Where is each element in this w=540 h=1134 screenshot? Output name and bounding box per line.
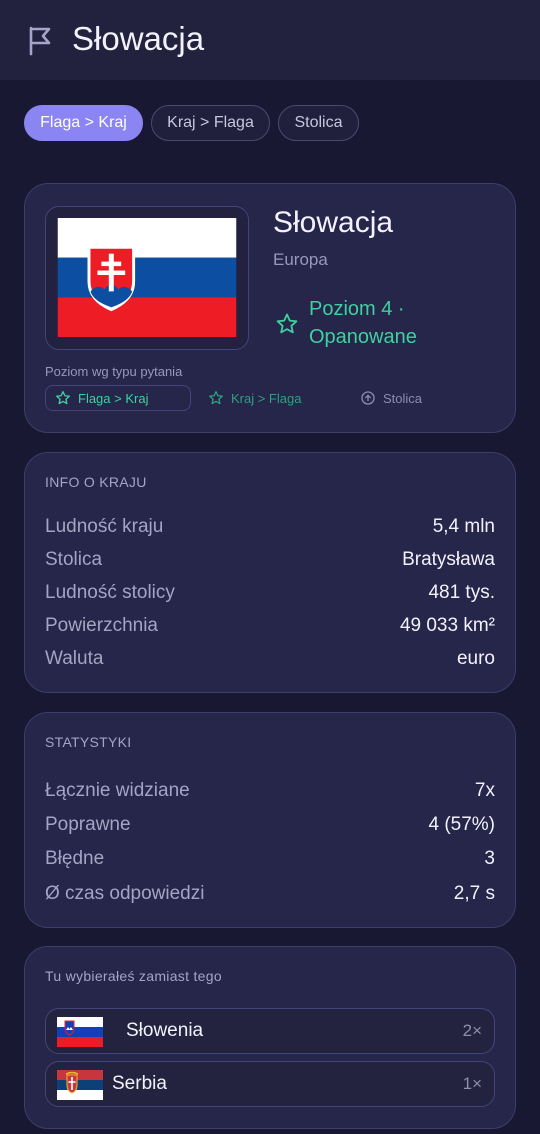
level-type-flag-to-country[interactable]: Flaga > Kraj [45,385,191,411]
slovakia-flag [57,218,237,337]
confusion-item-serbia[interactable]: Serbia 1× [45,1061,495,1107]
section-title: INFO O KRAJU [45,474,147,490]
section-title: STATYSTYKI [45,734,132,750]
stats-label: Błędne [45,848,105,869]
stats-value: 3 [484,848,495,869]
mode-chip-flag-to-country[interactable]: Flaga > Kraj [24,105,143,141]
confusions-card: Tu wybierałeś zamiast tego Słowenia 2× S… [24,946,516,1129]
flag-frame [45,206,249,350]
stats-label: Poprawne [45,814,131,835]
info-value: 49 033 km² [399,615,495,636]
confusion-count: 2× [462,1021,482,1040]
stats-value: 7x [474,780,495,801]
flag-icon [29,26,51,56]
stats-value: 2,7 s [453,883,495,904]
stats-label: Ø czas odpowiedzi [45,883,205,904]
info-label: Stolica [45,549,103,570]
stats-label: Łącznie widziane [45,780,190,801]
info-value: 481 tys. [428,582,495,603]
star-icon [209,391,223,405]
info-row-capital-population: Ludność stolicy 481 tys. [45,582,495,604]
level-by-type-label: Poziom wg typu pytania [45,364,183,379]
star-icon [56,391,70,405]
level-type-country-to-flag[interactable]: Kraj > Flaga [208,385,301,411]
info-value: euro [456,648,495,669]
info-label: Ludność kraju [45,516,164,537]
statistics-card: STATYSTYKI Łącznie widziane 7x Poprawne … [24,712,516,928]
confusion-country-name: Serbia [112,1073,167,1094]
country-info-card: INFO O KRAJU Ludność kraju 5,4 mln Stoli… [24,452,516,693]
mode-chip-country-to-flag[interactable]: Kraj > Flaga [151,105,270,141]
mastery-level: Poziom 4 · Opanowane [309,298,417,348]
info-label: Waluta [45,648,104,669]
info-row-area: Powierzchnia 49 033 km² [45,615,495,637]
level-type-label: Flaga > Kraj [78,390,149,406]
info-label: Powierzchnia [45,615,158,636]
info-value: 5,4 mln [432,516,495,537]
level-type-label: Stolica [383,390,423,406]
top-bar: Słowacja [0,0,540,80]
stats-row-avg-time: Ø czas odpowiedzi 2,7 s [45,883,495,905]
confusion-item-slovenia[interactable]: Słowenia 2× [45,1008,495,1054]
continent-label: Europa [273,250,328,269]
arrow-up-circle-icon [361,391,375,405]
country-card: Słowacja Europa Poziom 4 · Opanowane Poz… [24,183,516,433]
mode-chip-capital[interactable]: Stolica [278,105,359,141]
section-title: Tu wybierałeś zamiast tego [45,968,222,984]
info-row-population: Ludność kraju 5,4 mln [45,516,495,538]
slovenia-flag [57,1017,103,1047]
country-name: Słowacja [273,206,394,239]
stats-value: 4 (57%) [428,814,495,835]
star-icon [276,313,298,334]
stats-row-correct: Poprawne 4 (57%) [45,814,495,836]
level-type-label: Kraj > Flaga [231,390,302,406]
level-type-capital[interactable]: Stolica [360,385,422,411]
page-title: Słowacja [72,20,205,57]
info-value: Bratysława [402,549,495,570]
info-row-capital: Stolica Bratysława [45,549,495,571]
confusion-country-name: Słowenia [126,1020,204,1041]
info-row-currency: Waluta euro [45,648,495,670]
info-label: Ludność stolicy [45,582,175,603]
serbia-flag [57,1070,103,1100]
stats-row-seen: Łącznie widziane 7x [45,780,495,802]
stats-row-wrong: Błędne 3 [45,848,495,870]
confusion-count: 1× [462,1074,482,1093]
